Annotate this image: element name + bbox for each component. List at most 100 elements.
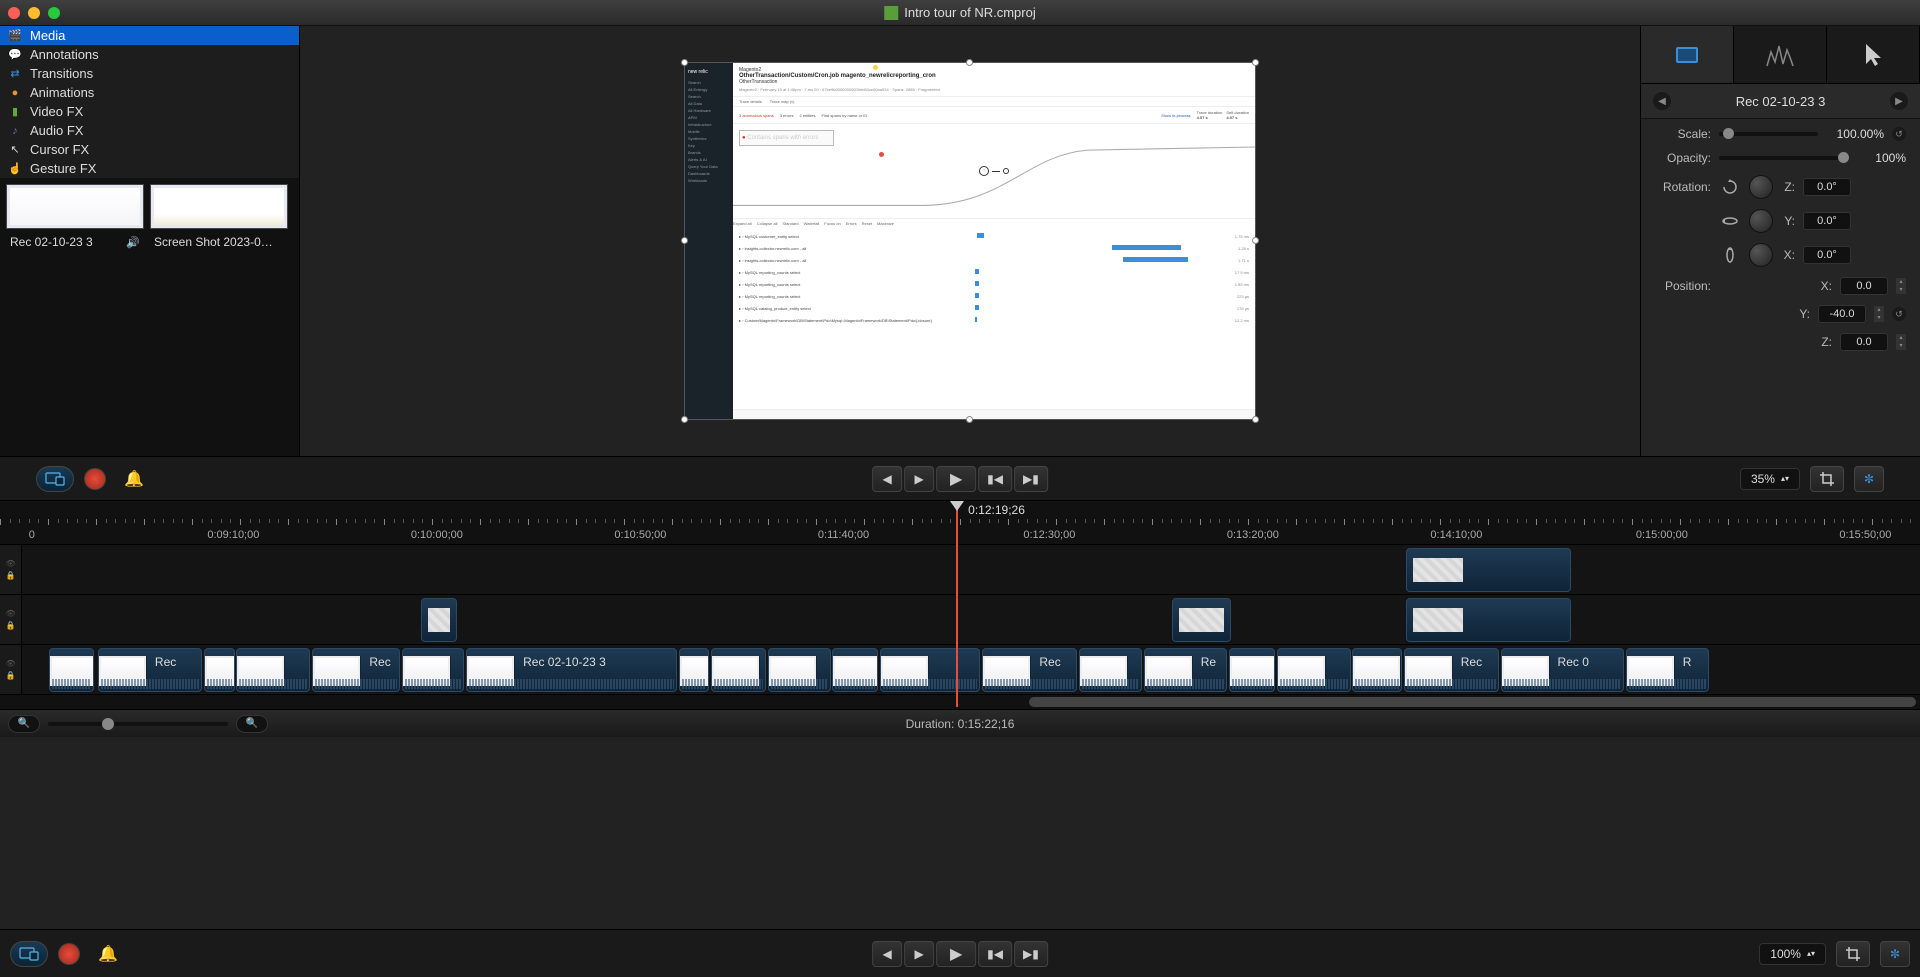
position-x-input[interactable] [1840, 277, 1888, 295]
crop-button[interactable] [1810, 466, 1844, 492]
step-back-button-2[interactable]: ◀ [872, 941, 902, 967]
timeline-clip[interactable] [421, 598, 457, 642]
timeline-zoom-in[interactable]: 🔍 [236, 715, 268, 733]
rotation-x-ccw[interactable] [1719, 244, 1741, 266]
rotation-y-dial[interactable] [1749, 209, 1773, 233]
rotation-x-dial[interactable] [1749, 243, 1773, 267]
timeline-clip[interactable] [711, 648, 766, 692]
resize-handle-r[interactable] [1252, 237, 1259, 244]
timeline-clip[interactable] [1079, 648, 1142, 692]
timeline-clip[interactable] [1229, 648, 1275, 692]
category-animations[interactable]: ●Animations [0, 83, 299, 102]
track-lock-icon[interactable]: 🔒 [6, 621, 16, 631]
timeline-clip[interactable] [1352, 648, 1401, 692]
position-z-input[interactable] [1840, 333, 1888, 351]
track-2[interactable]: 👁🔒 [0, 595, 1920, 645]
timeline-clip[interactable] [49, 648, 95, 692]
bottom-zoom-select[interactable]: 100%▴▾ [1759, 943, 1826, 965]
track-lock-icon[interactable]: 🔒 [6, 671, 16, 681]
crop-button-2[interactable] [1836, 941, 1870, 967]
category-annotations[interactable]: 💬Annotations [0, 45, 299, 64]
rotation-z-input[interactable] [1803, 178, 1851, 196]
timeline-clip[interactable] [768, 648, 831, 692]
window-zoom-button[interactable] [48, 7, 60, 19]
timeline-clip[interactable] [402, 648, 465, 692]
timeline-clip[interactable] [880, 648, 981, 692]
window-minimize-button[interactable] [28, 7, 40, 19]
category-gesture-fx[interactable]: ☝Gesture FX [0, 159, 299, 178]
window-close-button[interactable] [8, 7, 20, 19]
category-audio-fx[interactable]: ♪Audio FX [0, 121, 299, 140]
prev-marker-button[interactable]: ▮◀ [978, 466, 1012, 492]
media-item[interactable]: Screen Shot 2023-0… [150, 184, 288, 251]
record-button-2[interactable] [58, 943, 80, 965]
pos-y-up[interactable]: ▴ [1874, 306, 1884, 314]
rotation-x-input[interactable] [1803, 246, 1851, 264]
media-item[interactable]: Rec 02-10-23 3🔊 [6, 184, 144, 251]
position-reset[interactable]: ↺ [1892, 307, 1906, 321]
notifications-button[interactable]: 🔔 [116, 466, 152, 492]
timeline-clip[interactable] [204, 648, 234, 692]
opacity-value[interactable]: 100% [1848, 151, 1906, 165]
timeline-clip[interactable]: Rec [982, 648, 1077, 692]
resize-handle-t[interactable] [966, 59, 973, 66]
timeline-clip[interactable]: Rec [1404, 648, 1499, 692]
props-tab-cursor[interactable] [1827, 26, 1920, 83]
rotation-y-input[interactable] [1803, 212, 1851, 230]
step-fwd-button-2[interactable]: ▶ [904, 941, 934, 967]
rotation-z-dial[interactable] [1749, 175, 1773, 199]
resize-handle-tr[interactable] [1252, 59, 1259, 66]
record-button[interactable] [84, 468, 106, 490]
category-cursor-fx[interactable]: ↖Cursor FX [0, 140, 299, 159]
resize-handle-b[interactable] [966, 416, 973, 423]
play-button[interactable]: ▶ [936, 466, 976, 492]
timeline-zoom-slider[interactable] [48, 722, 228, 726]
track-visibility-icon[interactable]: 👁 [6, 559, 16, 569]
timeline-scroll-thumb[interactable] [1029, 697, 1916, 707]
timeline-clip[interactable]: R [1626, 648, 1710, 692]
pos-y-down[interactable]: ▾ [1874, 314, 1884, 322]
pos-x-up[interactable]: ▴ [1896, 278, 1906, 286]
canvas-area[interactable]: new relic SearchAll EntergySearchAll Dat… [300, 26, 1640, 456]
timeline-clip[interactable] [236, 648, 310, 692]
resize-handle-l[interactable] [681, 237, 688, 244]
rotation-z-ccw[interactable] [1719, 176, 1741, 198]
timeline-clip[interactable]: Rec [98, 648, 202, 692]
props-tab-visual[interactable] [1641, 26, 1734, 83]
props-prev-clip[interactable]: ◀ [1653, 92, 1671, 110]
track-visibility-icon[interactable]: 👁 [6, 609, 16, 619]
timeline-clip[interactable] [1277, 648, 1351, 692]
next-marker-button-2[interactable]: ▶▮ [1014, 941, 1048, 967]
pos-z-up[interactable]: ▴ [1896, 334, 1906, 342]
category-video-fx[interactable]: ▮Video FX [0, 102, 299, 121]
track-3[interactable]: 👁🔒 [0, 545, 1920, 595]
play-button-2[interactable]: ▶ [936, 941, 976, 967]
resize-handle-bl[interactable] [681, 416, 688, 423]
devices-button[interactable] [36, 466, 74, 492]
canvas-selected-clip[interactable]: new relic SearchAll EntergySearchAll Dat… [684, 62, 1256, 420]
props-tab-audio[interactable] [1734, 26, 1827, 83]
timeline-clip[interactable] [832, 648, 878, 692]
track-lock-icon[interactable]: 🔒 [6, 571, 16, 581]
track-1-video[interactable]: 👁🔒 RecRecRec 02-10-23 3RecReRecRec 0R [0, 645, 1920, 695]
timeline-clip[interactable]: Rec 02-10-23 3 [466, 648, 677, 692]
scale-reset[interactable]: ↺ [1892, 127, 1906, 141]
props-next-clip[interactable]: ▶ [1890, 92, 1908, 110]
step-back-button[interactable]: ◀ [872, 466, 902, 492]
timeline-clip[interactable] [1406, 548, 1571, 592]
timeline-clip[interactable] [679, 648, 709, 692]
timeline-scrollbar[interactable] [0, 695, 1920, 709]
timeline-zoom-thumb[interactable] [102, 718, 114, 730]
time-ruler[interactable]: 0:12:19;26 00:09:10;000:10:00;000:10:50;… [0, 501, 1920, 545]
prev-marker-button-2[interactable]: ▮◀ [978, 941, 1012, 967]
resize-handle-br[interactable] [1252, 416, 1259, 423]
next-marker-button[interactable]: ▶▮ [1014, 466, 1048, 492]
bottom-settings-button[interactable]: ✼ [1880, 941, 1910, 967]
timeline-clip[interactable] [1406, 598, 1571, 642]
category-media[interactable]: 🎬Media [0, 26, 299, 45]
scale-value[interactable]: 100.00% [1826, 127, 1884, 141]
canvas-zoom-select[interactable]: 35%▴▾ [1740, 468, 1800, 490]
step-fwd-button[interactable]: ▶ [904, 466, 934, 492]
notifications-button-2[interactable]: 🔔 [90, 941, 126, 967]
rotation-y-ccw[interactable] [1719, 210, 1741, 232]
